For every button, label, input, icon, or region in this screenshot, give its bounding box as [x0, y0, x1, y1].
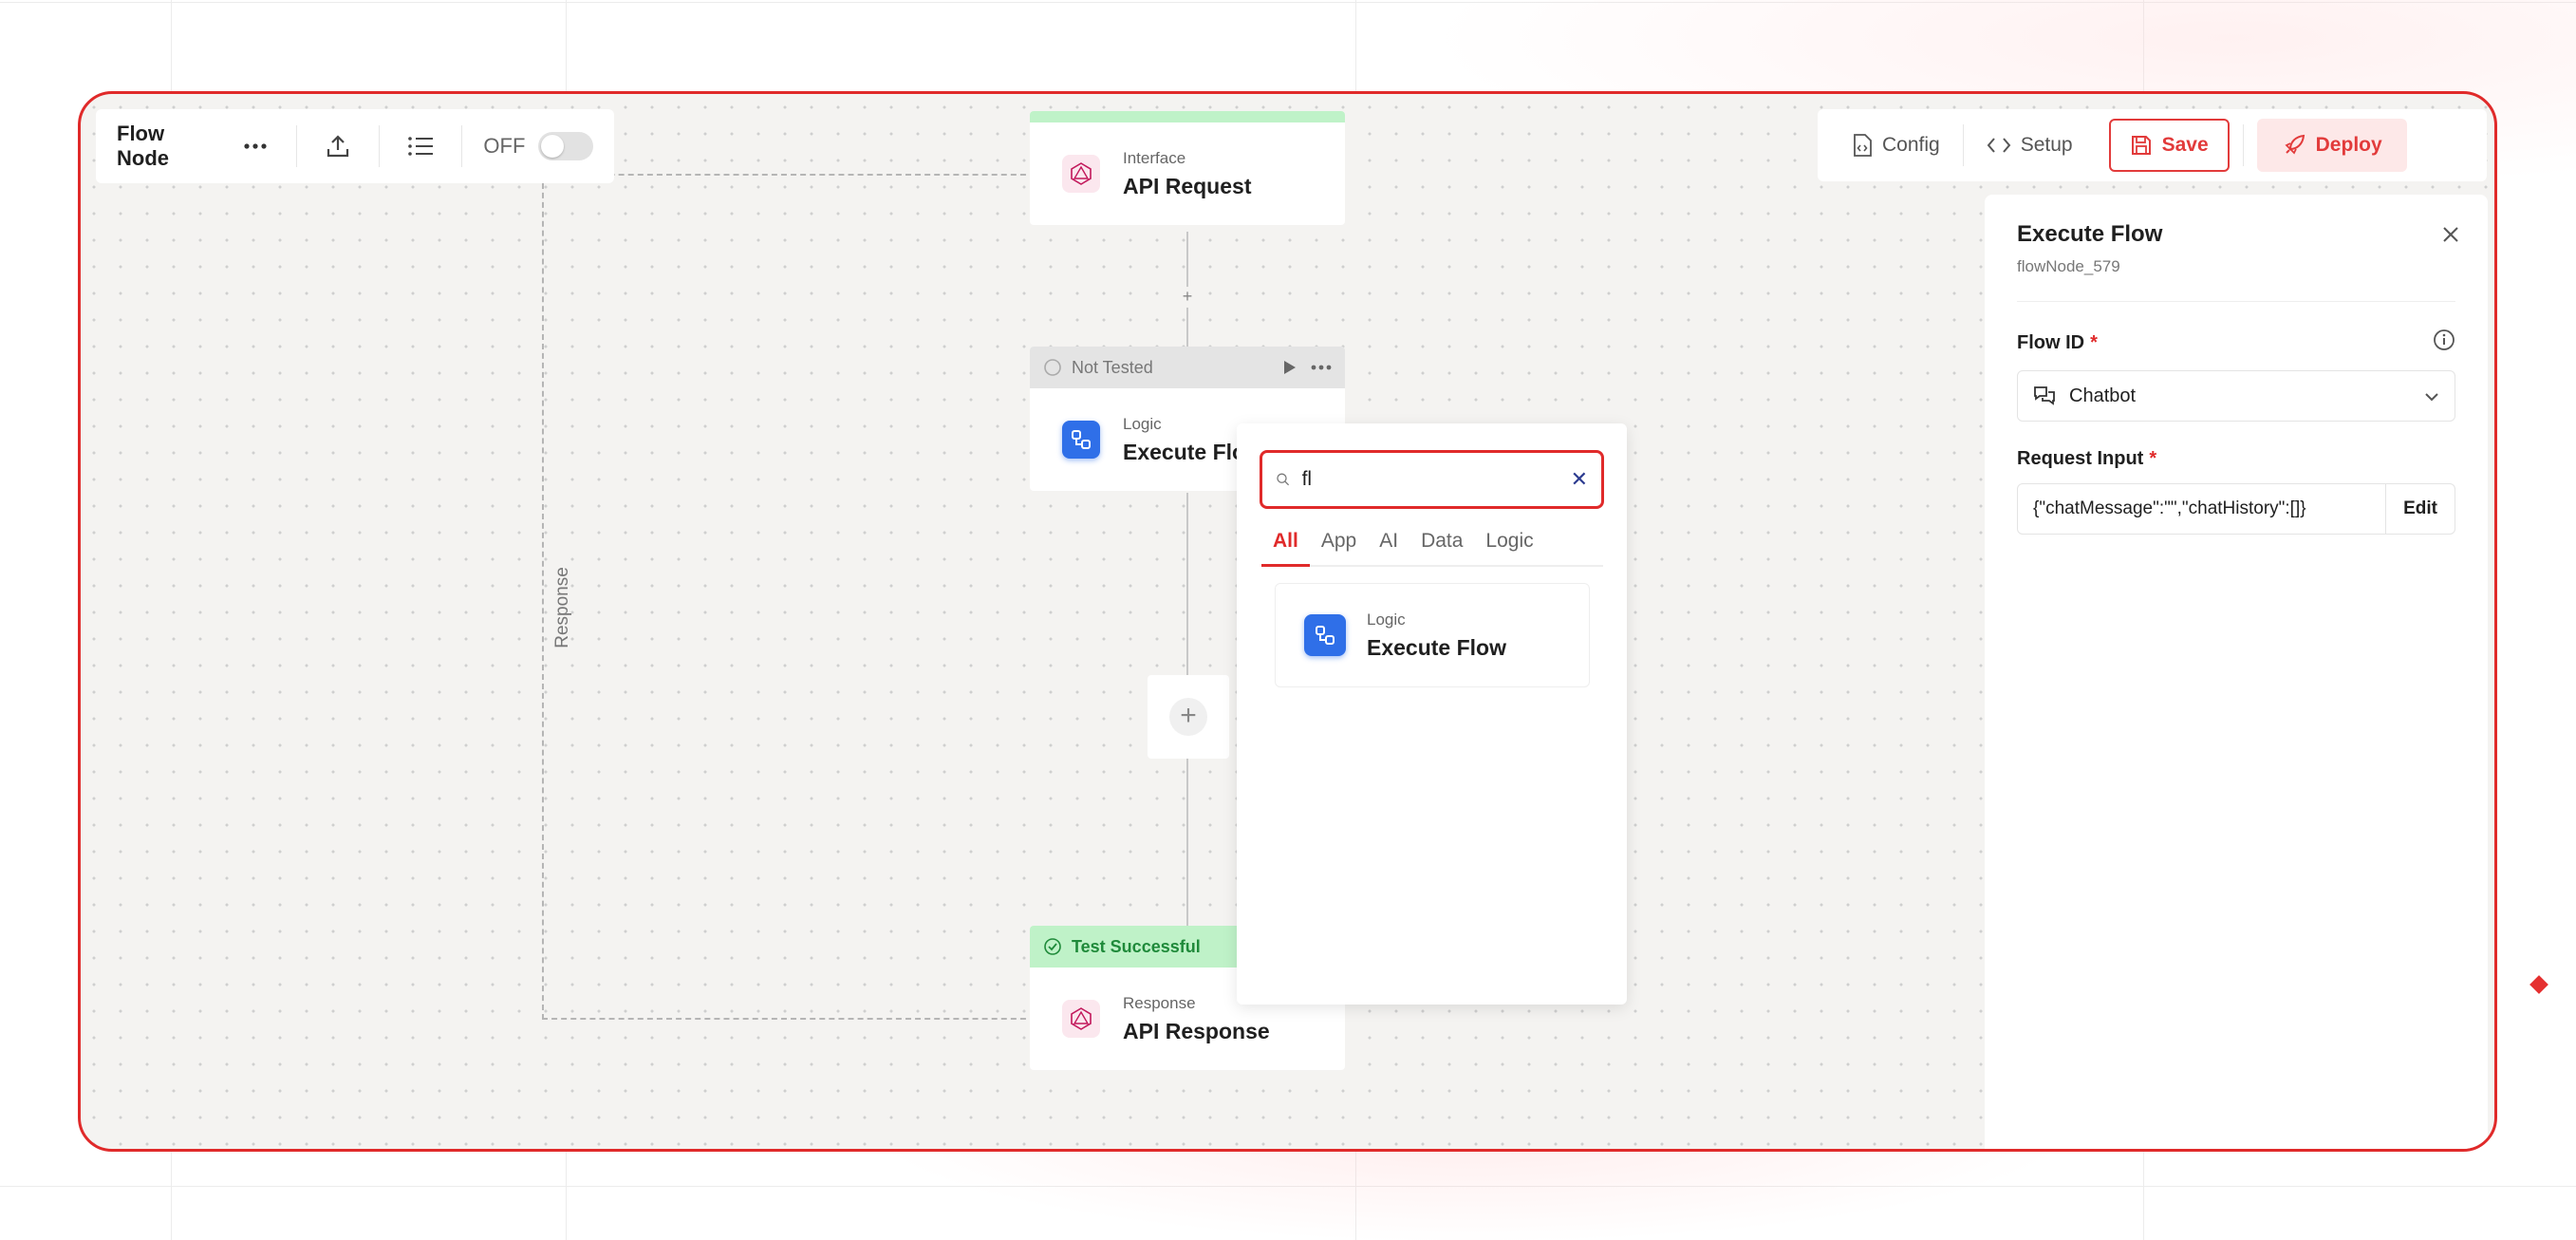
save-button[interactable]: Save [2108, 119, 2230, 172]
status-circle-icon [1044, 359, 1061, 376]
tab-logic[interactable]: Logic [1474, 530, 1544, 565]
flow-editor-frame: Response + Interface API Request Not Tes… [78, 91, 2497, 1152]
panel-title: Execute Flow [2017, 221, 2163, 247]
plus-icon: + [1169, 698, 1207, 736]
setup-button[interactable]: Setup [1964, 119, 2096, 172]
top-right-toolbar: Config Setup Save Deploy [1818, 109, 2487, 181]
edit-request-input-button[interactable]: Edit [2385, 484, 2455, 534]
deploy-button[interactable]: Deploy [2256, 119, 2407, 172]
flow-id-label: Flow ID [2017, 331, 2085, 353]
required-marker: * [2090, 331, 2098, 353]
toolbar-divider [2242, 124, 2244, 166]
node-category: Interface [1123, 148, 1186, 167]
tab-data[interactable]: Data [1409, 530, 1474, 565]
clear-search-icon[interactable]: ✕ [1571, 467, 1588, 492]
run-node-icon[interactable] [1282, 359, 1297, 376]
info-icon[interactable] [2433, 329, 2455, 357]
request-input-label: Request Input [2017, 448, 2144, 469]
config-button[interactable]: Config [1829, 119, 1963, 172]
node-status-text: Test Successful [1072, 936, 1201, 956]
node-status-bar: Not Tested [1030, 347, 1345, 388]
toolbar-divider [296, 125, 297, 167]
panel-divider [2017, 301, 2455, 302]
toolbar-divider [461, 125, 463, 167]
chat-bubbles-icon [2034, 386, 2055, 405]
picker-result-execute-flow[interactable]: Logic Execute Flow [1275, 583, 1590, 687]
node-picker-dropdown: ✕ All App AI Data Logic Logic Execute Fl… [1237, 423, 1627, 1005]
top-left-toolbar: Flow Node OFF [96, 109, 614, 183]
node-search-box[interactable]: ✕ [1260, 450, 1604, 509]
response-icon [1062, 1000, 1100, 1038]
logic-flow-icon [1304, 614, 1346, 656]
more-horizontal-icon[interactable] [235, 125, 275, 167]
save-label: Save [2161, 134, 2209, 156]
node-status-text: Not Tested [1072, 357, 1153, 377]
tab-ai[interactable]: AI [1368, 530, 1409, 565]
chevron-down-icon [2424, 385, 2439, 407]
decorative-diamond [2529, 975, 2548, 994]
response-loop-connector [542, 174, 1036, 1020]
list-icon[interactable] [401, 125, 440, 167]
panel-node-id: flowNode_579 [2017, 257, 2120, 275]
flow-title[interactable]: Flow Node [117, 122, 218, 171]
check-circle-icon [1044, 938, 1061, 955]
response-loop-label: Response [552, 567, 572, 648]
tab-all[interactable]: All [1261, 530, 1310, 567]
node-name: API Request [1123, 173, 1252, 198]
code-icon [1987, 138, 2011, 153]
deploy-label: Deploy [2315, 134, 2382, 156]
result-name: Execute Flow [1367, 634, 1506, 660]
request-input-field: {"chatMessage":"","chatHistory":[]} Edit [2017, 483, 2455, 535]
close-icon[interactable] [2442, 223, 2459, 250]
flow-id-select[interactable]: Chatbot [2017, 370, 2455, 422]
flow-id-value: Chatbot [2069, 385, 2137, 406]
node-status-strip [1030, 111, 1345, 122]
toolbar-divider [379, 125, 381, 167]
node-name: API Response [1123, 1018, 1270, 1043]
node-properties-panel: Execute Flow flowNode_579 Flow ID * Chat… [1985, 195, 2488, 1149]
picker-category-tabs: All App AI Data Logic [1261, 530, 1603, 567]
flow-id-label-row: Flow ID * [2017, 329, 2455, 357]
search-icon [1277, 473, 1290, 486]
setup-label: Setup [2020, 134, 2073, 156]
export-icon[interactable] [318, 125, 358, 167]
result-category: Logic [1367, 610, 1406, 629]
node-search-input[interactable] [1301, 468, 1559, 491]
logic-flow-icon [1062, 421, 1100, 459]
toggle-label: OFF [483, 134, 526, 158]
required-marker: * [2149, 448, 2157, 469]
file-code-icon [1854, 134, 1872, 157]
save-icon [2131, 136, 2151, 155]
interface-icon [1062, 155, 1100, 193]
request-input-value[interactable]: {"chatMessage":"","chatHistory":[]} [2018, 484, 2385, 534]
more-options-icon[interactable] [1311, 365, 1332, 370]
config-label: Config [1882, 134, 1940, 156]
flow-active-toggle[interactable] [538, 132, 593, 160]
add-node-button[interactable]: + [1148, 675, 1229, 759]
insert-node-button[interactable]: + [1177, 287, 1198, 308]
node-api-request[interactable]: Interface API Request [1030, 111, 1345, 225]
request-input-label-row: Request Input * [2017, 448, 2455, 470]
tab-app[interactable]: App [1310, 530, 1368, 565]
rocket-icon [2285, 134, 2305, 155]
